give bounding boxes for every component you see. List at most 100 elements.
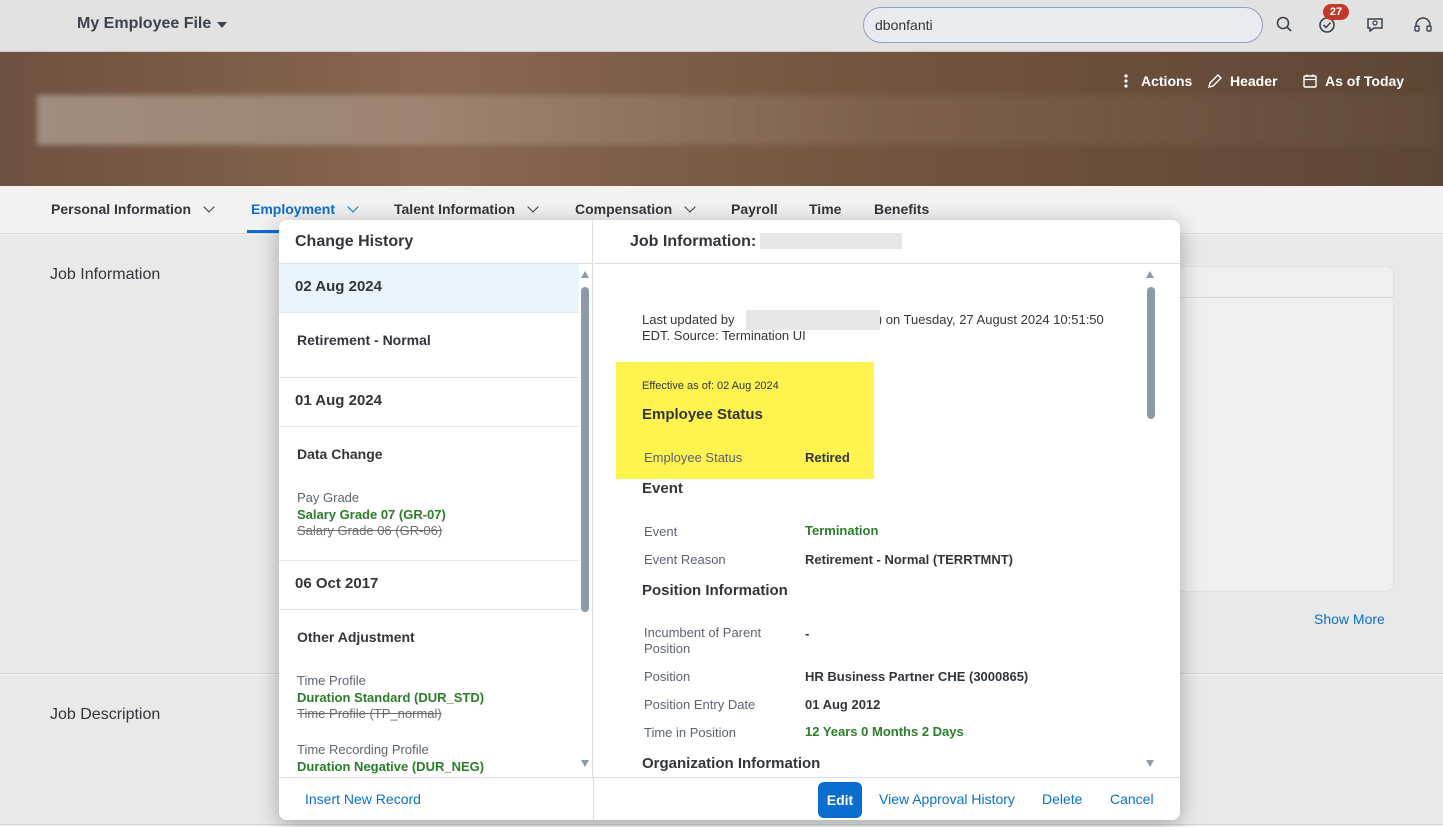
view-approval-history-button[interactable]: View Approval History <box>879 791 1015 807</box>
tab-talent-information[interactable]: Talent Information <box>394 201 539 217</box>
job-description-title: Job Description <box>50 706 161 723</box>
history-entry-type: Other Adjustment <box>297 629 415 645</box>
change-new-value: Salary Grade 07 (GR-07) <box>297 507 446 522</box>
history-list: 02 Aug 2024 Retirement - Normal 01 Aug 2… <box>279 264 579 777</box>
redacted-employee-name <box>760 233 902 249</box>
tab-label: Employment <box>251 201 336 217</box>
change-field-label: Time Recording Profile <box>297 742 429 757</box>
last-updated-source: EDT. Source: Termination UI <box>642 328 806 343</box>
show-more-link[interactable]: Show More <box>1314 611 1385 627</box>
tab-payroll[interactable]: Payroll <box>731 201 778 217</box>
organization-group-title: Organization Information <box>642 755 821 772</box>
more-vertical-icon <box>1124 74 1128 88</box>
as-of-today-button[interactable]: As of Today <box>1302 73 1404 89</box>
history-entry[interactable]: Retirement - Normal <box>279 313 579 378</box>
field-label: Time in Position <box>644 725 736 740</box>
history-entry-type: Retirement - Normal <box>297 332 431 348</box>
field-label: Incumbent of Parent Position <box>644 625 762 656</box>
job-information-detail-pane: Job Information: Last updated by ) on Tu… <box>594 220 1180 777</box>
tab-time[interactable]: Time <box>809 201 841 217</box>
change-history-header: Change History <box>279 220 593 264</box>
insert-new-record-button[interactable]: Insert New Record <box>305 791 421 807</box>
job-information-dialog-title: Job Information: <box>630 233 757 250</box>
headset-icon[interactable] <box>1412 14 1434 36</box>
chevron-down-icon <box>527 201 539 213</box>
position-group-title: Position Information <box>642 582 788 599</box>
tab-label: Time <box>809 201 842 217</box>
history-date-row[interactable]: 02 Aug 2024 <box>279 264 579 313</box>
search-icon[interactable] <box>1274 14 1296 36</box>
time-in-position-value: 12 Years 0 Months 2 Days <box>805 724 964 739</box>
change-history-title: Change History <box>295 233 414 250</box>
scroll-down-icon[interactable] <box>1146 760 1154 767</box>
job-information-header: Job Information: <box>594 220 1180 264</box>
change-field-label: Pay Grade <box>297 490 360 505</box>
field-label: Position <box>644 669 691 684</box>
history-date: 01 Aug 2024 <box>295 392 382 409</box>
scroll-down-icon[interactable] <box>581 760 589 767</box>
tab-benefits[interactable]: Benefits <box>874 201 929 217</box>
footer-divider <box>593 778 594 820</box>
tab-label: Payroll <box>731 201 778 217</box>
employee-status-group-title: Employee Status <box>642 406 763 423</box>
position-value: HR Business Partner CHE (3000865) <box>805 669 1029 684</box>
delete-button[interactable]: Delete <box>1042 791 1082 807</box>
detail-scrollbar[interactable] <box>1147 287 1155 419</box>
header-edit-button[interactable]: Header <box>1207 73 1277 89</box>
change-history-dialog: Change History 02 Aug 2024 Retirement - … <box>279 220 1180 820</box>
history-date: 02 Aug 2024 <box>295 278 382 295</box>
change-field-label: Time Profile <box>297 673 366 688</box>
field-label: Event <box>644 524 678 539</box>
tab-compensation[interactable]: Compensation <box>575 201 696 217</box>
cancel-button[interactable]: Cancel <box>1110 791 1154 807</box>
card-divider <box>1150 297 1394 298</box>
tab-employment[interactable]: Employment <box>251 201 359 217</box>
dropdown-caret-icon <box>217 22 228 28</box>
chevron-down-icon <box>347 201 359 213</box>
scroll-up-icon[interactable] <box>1146 271 1154 278</box>
history-entry[interactable]: Data Change Pay Grade Salary Grade 07 (G… <box>279 427 579 561</box>
tab-label: Talent Information <box>394 201 516 217</box>
tab-label: Compensation <box>575 201 673 217</box>
last-updated-info: Last updated by ) on Tuesday, 27 August … <box>642 312 1142 344</box>
employee-status-value: Retired <box>805 450 850 465</box>
change-old-value: Salary Grade 06 (GR-06) <box>297 523 443 538</box>
header-label: Header <box>1230 73 1278 89</box>
history-entry-type: Data Change <box>297 446 383 462</box>
change-new-value: Duration Negative (DUR_NEG) <box>297 759 485 774</box>
as-of-today-label: As of Today <box>1325 73 1405 89</box>
history-date-row[interactable]: 06 Oct 2017 <box>279 561 579 610</box>
change-new-value: Duration Standard (DUR_STD) <box>297 690 485 705</box>
field-label: Position Entry Date <box>644 697 756 712</box>
edit-button[interactable]: Edit <box>818 782 862 818</box>
search-input[interactable] <box>863 7 1263 43</box>
chevron-down-icon <box>684 201 696 213</box>
app-title: My Employee File <box>77 15 212 32</box>
app-title-menu[interactable]: My Employee File <box>77 15 228 33</box>
incumbent-parent-value: - <box>805 626 810 641</box>
chevron-down-icon <box>203 201 215 213</box>
redacted-user-name <box>746 310 880 330</box>
calendar-icon <box>1303 74 1317 88</box>
last-updated-prefix: Last updated by <box>642 312 735 327</box>
scroll-up-icon[interactable] <box>581 271 589 278</box>
last-updated-suffix: ) on Tuesday, 27 August 2024 10:51:50 <box>877 312 1104 327</box>
history-scrollbar[interactable] <box>581 287 589 612</box>
history-date: 06 Oct 2017 <box>295 575 379 592</box>
notification-badge: 27 <box>1323 4 1349 20</box>
actions-button[interactable]: Actions <box>1118 73 1192 89</box>
job-information-title: Job Information <box>50 266 161 283</box>
change-old-value: Time Profile (TP_normal) <box>297 706 442 721</box>
position-entry-date-value: 01 Aug 2012 <box>805 697 881 712</box>
field-label: Event Reason <box>644 552 726 567</box>
dialog-footer: Insert New Record Edit View Approval His… <box>279 777 1180 820</box>
shell-bar: My Employee File 27 <box>0 0 1443 52</box>
history-date-row[interactable]: 01 Aug 2024 <box>279 378 579 427</box>
event-reason-value: Retirement - Normal (TERRTMNT) <box>805 552 1014 567</box>
history-entry[interactable]: Other Adjustment Time Profile Duration S… <box>279 610 579 777</box>
actions-label: Actions <box>1141 73 1193 89</box>
notification-chat-icon[interactable] <box>1364 14 1386 36</box>
job-information-card <box>1150 266 1394 592</box>
tab-personal-information[interactable]: Personal Information <box>51 201 215 217</box>
pencil-icon <box>1208 74 1222 88</box>
